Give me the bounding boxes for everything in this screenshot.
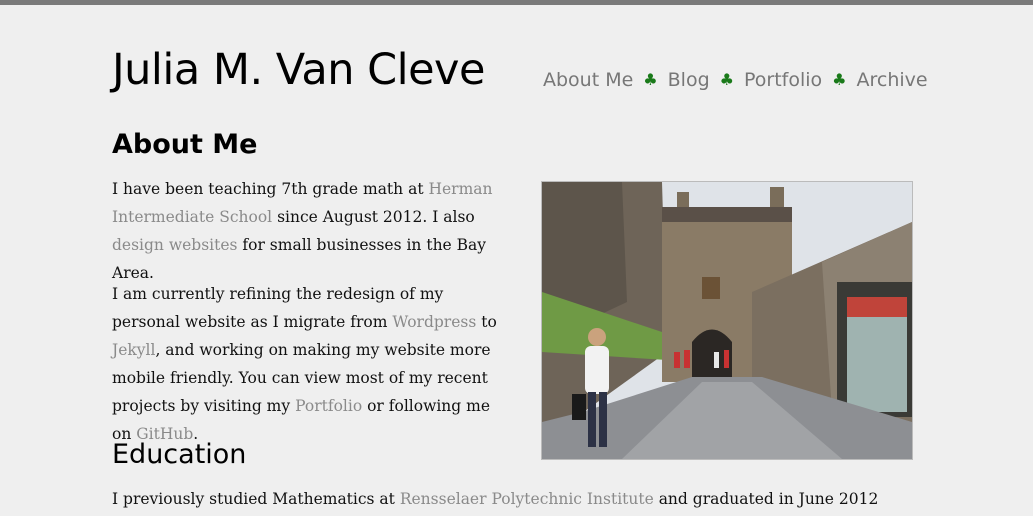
shamrock-icon: ♣ <box>832 70 847 89</box>
main-nav: About Me ♣ Blog ♣ Portfolio ♣ Archive <box>543 66 928 94</box>
portfolio-link[interactable]: Portfolio <box>295 397 362 415</box>
nav-archive[interactable]: Archive <box>857 66 928 94</box>
shamrock-icon: ♣ <box>719 70 734 89</box>
about-paragraph-2: I am currently refining the redesign of … <box>112 280 512 448</box>
design-websites-link[interactable]: design websites <box>112 236 237 254</box>
top-border <box>0 0 1033 5</box>
text: I previously studied Mathematics at <box>112 490 400 508</box>
education-heading: Education <box>112 439 247 470</box>
nav-blog[interactable]: Blog <box>668 66 710 94</box>
text: I have been teaching 7th grade math at <box>112 180 429 198</box>
site-title[interactable]: Julia M. Van Cleve <box>112 42 485 98</box>
rensselaer-link[interactable]: Rensselaer Polytechnic Institute <box>400 490 654 508</box>
education-paragraph-1: I previously studied Mathematics at Rens… <box>112 485 892 516</box>
text: since August 2012. I also <box>272 208 475 226</box>
about-paragraph-1: I have been teaching 7th grade math at H… <box>112 175 512 287</box>
castle-photo-drawing <box>542 182 912 459</box>
about-heading: About Me <box>112 129 258 160</box>
jekyll-link[interactable]: Jekyll <box>112 341 155 359</box>
shamrock-icon: ♣ <box>643 70 658 89</box>
nav-about-me[interactable]: About Me <box>543 66 633 94</box>
wordpress-link[interactable]: Wordpress <box>392 313 476 331</box>
nav-portfolio[interactable]: Portfolio <box>744 66 822 94</box>
castle-photo <box>541 181 913 460</box>
text: to <box>476 313 497 331</box>
